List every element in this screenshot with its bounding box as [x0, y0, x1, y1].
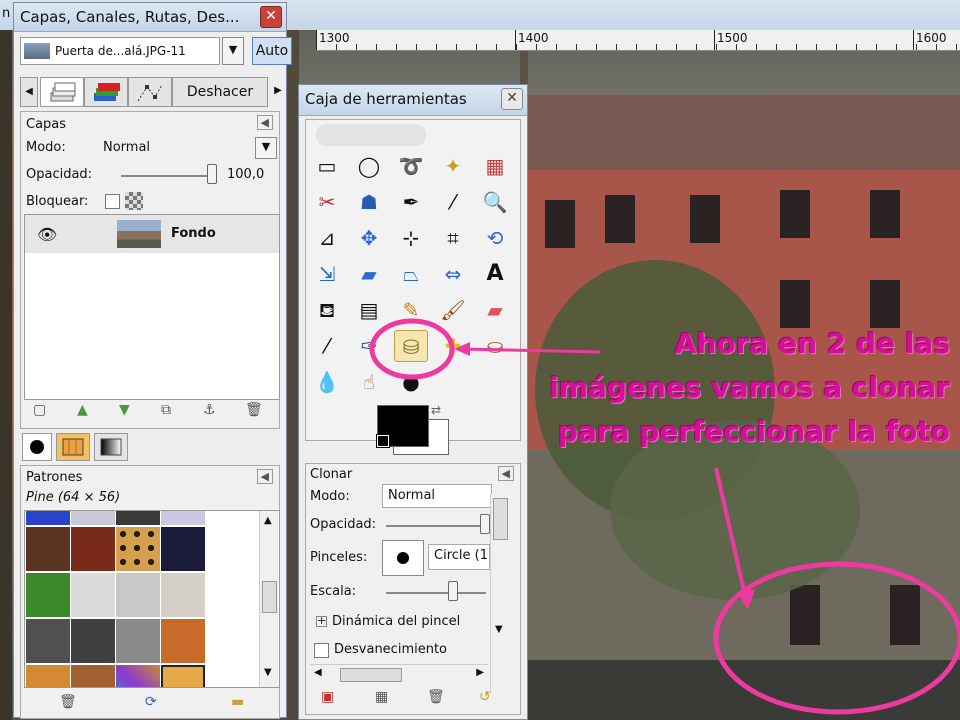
highlight-ellipse-area: [713, 561, 960, 715]
highlight-ellipse-tool: [369, 318, 455, 380]
annotation-text: Ahora en 2 de las imágenes vamos a clona…: [500, 322, 950, 454]
arrowhead-icon: [454, 342, 470, 356]
arrow-to-area: [714, 467, 748, 601]
annotation-line: para perfeccionar la foto: [557, 415, 950, 448]
annotation-line: imágenes vamos a clonar: [549, 371, 950, 404]
annotation-line: Ahora en 2 de las: [674, 327, 950, 360]
